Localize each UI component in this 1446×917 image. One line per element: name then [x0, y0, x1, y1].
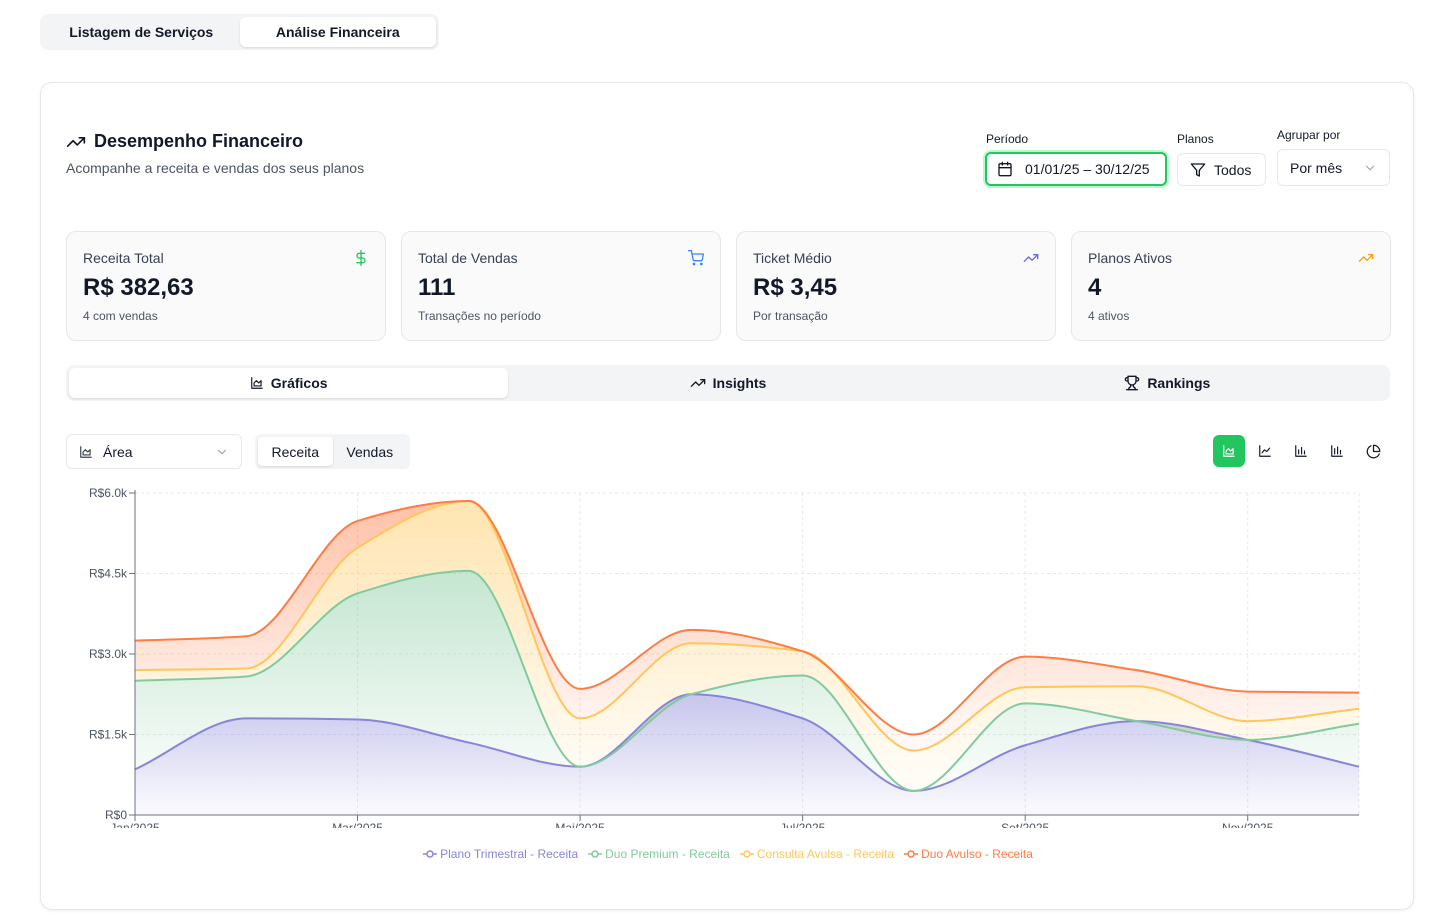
cart-icon [688, 250, 704, 266]
legend-label: Consulta Avulsa - Receita [756, 847, 895, 861]
stat-label: Planos Ativos [1088, 250, 1173, 266]
chevron-down-icon [1365, 165, 1375, 170]
stacked-bar-chart-icon [1331, 445, 1343, 457]
x-tick-label: Jan/2025 [110, 821, 160, 828]
x-tick-label: Jul/2025 [780, 821, 826, 828]
x-tick-label: Mai/2025 [555, 821, 605, 828]
revenue-area-chart: R$0 R$1.5k R$3.0k R$4.5k R$6.0k Jan/2025 Mar/2… [89, 486, 1360, 828]
chevron-down-icon [217, 449, 227, 454]
x-tick-label: Set/2025 [1001, 821, 1049, 828]
pie-chart-button[interactable] [1357, 435, 1389, 467]
stat-sub: 4 ativos [1088, 309, 1130, 323]
dollar-icon [356, 250, 366, 266]
stat-label: Ticket Médio [753, 250, 832, 266]
bar-chart-icon [1295, 445, 1307, 457]
legend-label: Plano Trimestral - Receita [440, 847, 579, 861]
legend-item[interactable]: Duo Avulso - Receita [904, 847, 1033, 861]
tab-insights-label: Insights [712, 375, 767, 391]
x-tick-label: Mar/2025 [332, 821, 383, 828]
legend-swatch-icon [739, 850, 754, 858]
filter-icon [1190, 162, 1206, 177]
stat-value: R$ 382,63 [83, 274, 194, 301]
trend-up-icon [66, 136, 86, 147]
stat-sub: Transações no período [418, 309, 541, 323]
tab-graficos[interactable]: Gráficos [69, 368, 509, 398]
stat-label: Receita Total [83, 250, 164, 266]
y-tick-label: R$0 [105, 808, 127, 822]
stacked-bar-chart-button[interactable] [1321, 435, 1353, 467]
metric-vendas-button[interactable]: Vendas [333, 437, 408, 466]
chart-type-value: Área [103, 443, 133, 460]
y-tick-label: R$1.5k [89, 728, 128, 742]
trend-up-icon [1358, 254, 1374, 262]
line-chart-button[interactable] [1249, 435, 1281, 467]
chart-type-select[interactable]: Área [66, 434, 242, 469]
y-tick-label: R$3.0k [89, 647, 128, 661]
financial-card: Desempenho Financeiro Acompanhe a receit… [40, 82, 1414, 910]
stat-card-planos: Planos Ativos 4 4 ativos [1071, 231, 1391, 341]
area-chart-icon [250, 377, 263, 389]
pie-chart-icon [1366, 444, 1380, 458]
legend-swatch-icon [588, 850, 603, 858]
legend-item[interactable]: Plano Trimestral - Receita [423, 847, 578, 861]
stat-value: 4 [1088, 274, 1102, 301]
tab-rankings[interactable]: Rankings [948, 368, 1387, 398]
stat-card-vendas: Total de Vendas 111 Transações no períod… [401, 231, 721, 341]
calendar-icon [998, 161, 1012, 177]
legend-label: Duo Premium - Receita [605, 847, 730, 861]
legend-item[interactable]: Duo Premium - Receita [588, 847, 730, 861]
top-tabs: Listagem de Serviços Análise Financeira [40, 14, 439, 50]
stat-card-receita: Receita Total R$ 382,63 4 com vendas [66, 231, 386, 341]
plans-filter-button[interactable]: Todos [1177, 153, 1266, 186]
group-by-label: Agrupar por [1277, 128, 1341, 142]
trophy-icon [1125, 375, 1140, 391]
y-tick-label: R$4.5k [89, 567, 128, 581]
plans-label: Planos [1177, 132, 1214, 146]
tab-graficos-label: Gráficos [270, 375, 328, 391]
tab-insights[interactable]: Insights [508, 368, 947, 398]
page-title: Desempenho Financeiro [66, 131, 303, 152]
area-chart-icon [1223, 445, 1235, 457]
chart-legend: Plano Trimestral - Receita Duo Premium - … [41, 847, 1415, 861]
stat-value: R$ 3,45 [753, 274, 838, 301]
stat-label: Total de Vendas [418, 250, 518, 266]
stat-sub: Por transação [753, 309, 828, 323]
period-date-picker[interactable]: 01/01/25 – 30/12/25 [985, 152, 1167, 186]
page-title-text: Desempenho Financeiro [94, 131, 304, 151]
group-by-value: Por mês [1290, 159, 1343, 176]
y-tick-label: R$6.0k [89, 486, 128, 500]
metric-receita-button[interactable]: Receita [258, 437, 333, 466]
area-chart-button[interactable] [1213, 435, 1245, 467]
period-label: Período [986, 132, 1029, 146]
stat-sub: 4 com vendas [83, 309, 158, 323]
plans-value: Todos [1214, 161, 1252, 178]
area-chart-icon [80, 445, 92, 458]
group-by-select[interactable]: Por mês [1277, 149, 1390, 186]
tab-listagem-servicos[interactable]: Listagem de Serviços [43, 17, 240, 47]
metric-toggle: Receita Vendas [255, 434, 410, 469]
page-subtitle: Acompanhe a receita e vendas dos seus pl… [66, 160, 365, 176]
trend-up-icon [1023, 254, 1039, 262]
x-tick-label: Nov/2025 [1222, 821, 1274, 828]
legend-label: Duo Avulso - Receita [921, 847, 1033, 861]
bar-chart-button[interactable] [1285, 435, 1317, 467]
trend-up-icon [690, 379, 705, 387]
legend-swatch-icon [423, 850, 438, 858]
period-value: 01/01/25 – 30/12/25 [1025, 161, 1150, 177]
stat-card-ticket: Ticket Médio R$ 3,45 Por transação [736, 231, 1056, 341]
view-tabs: Gráficos Insights Rankings [66, 365, 1390, 401]
tab-analise-financeira[interactable]: Análise Financeira [239, 17, 436, 47]
stat-value: 111 [418, 274, 456, 301]
line-chart-icon [1259, 445, 1271, 457]
legend-item[interactable]: Consulta Avulsa - Receita [739, 847, 895, 861]
tab-rankings-label: Rankings [1147, 375, 1211, 391]
legend-swatch-icon [904, 850, 919, 858]
